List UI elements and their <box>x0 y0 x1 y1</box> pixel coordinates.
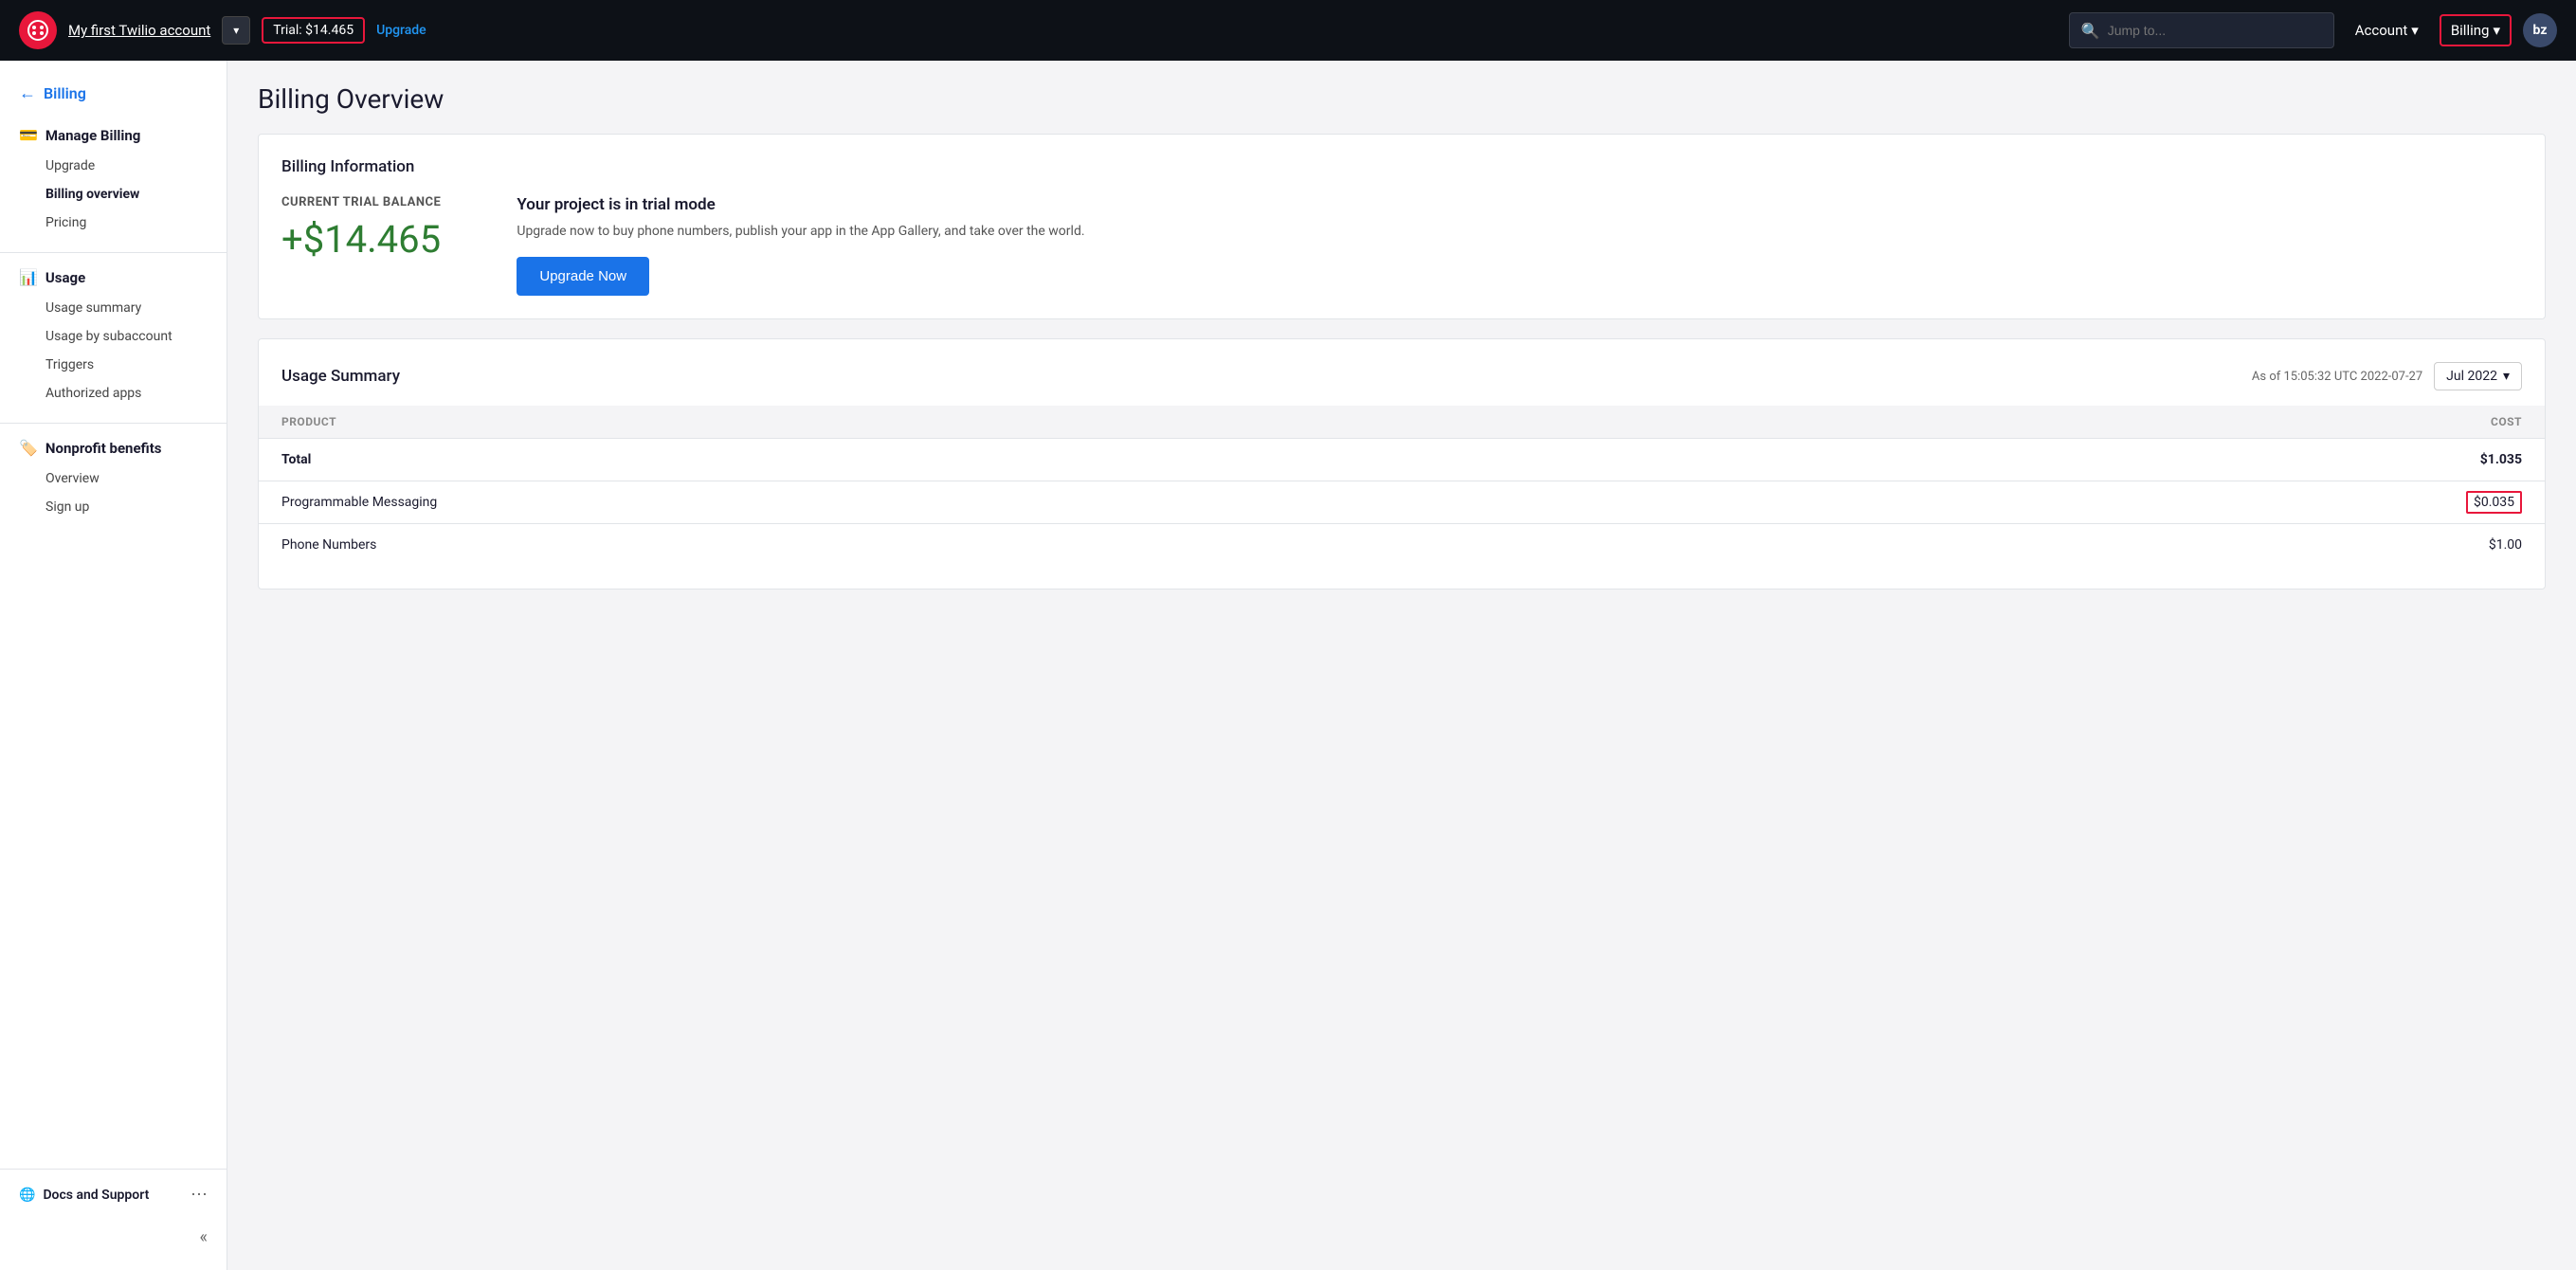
table-row-messaging: Programmable Messaging $0.035 <box>259 481 2545 524</box>
sidebar-section-usage: 📊 Usage Usage summary Usage by subaccoun… <box>0 261 227 408</box>
sidebar-divider-2 <box>0 423 227 424</box>
sidebar: ← Billing 💳 Manage Billing Upgrade Billi… <box>0 61 227 1270</box>
back-arrow-icon: ← <box>19 83 36 103</box>
account-name[interactable]: My first Twilio account <box>68 22 210 39</box>
month-selector[interactable]: Jul 2022 ▾ <box>2434 362 2522 390</box>
page-title: Billing Overview <box>258 83 2546 115</box>
usage-table-body: Total $1.035 Programmable Messaging $0.0… <box>259 439 2545 567</box>
main-content: Billing Overview Billing Information CUR… <box>227 61 2576 1270</box>
account-menu-button[interactable]: Account ▾ <box>2346 16 2428 45</box>
avatar[interactable]: bz <box>2523 13 2557 47</box>
sidebar-section-manage-billing: 💳 Manage Billing Upgrade Billing overvie… <box>0 118 227 237</box>
cost-total: $1.035 <box>1778 439 2545 481</box>
billing-information-card: Billing Information CURRENT TRIAL BALANC… <box>258 134 2546 319</box>
table-row-total: Total $1.035 <box>259 439 2545 481</box>
balance-section: CURRENT TRIAL BALANCE +$14.465 <box>281 195 441 262</box>
top-navigation: My first Twilio account ▾ Trial: $14.465… <box>0 0 2576 61</box>
trial-info-title: Your project is in trial mode <box>517 195 2522 214</box>
billing-chevron-icon: ▾ <box>2493 22 2500 39</box>
product-messaging: Programmable Messaging <box>259 481 1778 524</box>
sidebar-divider-1 <box>0 252 227 253</box>
sidebar-item-upgrade[interactable]: Upgrade <box>0 152 227 180</box>
sidebar-item-authorized-apps[interactable]: Authorized apps <box>0 379 227 408</box>
usage-table-header-row: PRODUCT COST <box>259 406 2545 439</box>
account-chevron-icon: ▾ <box>2411 22 2419 39</box>
cost-messaging: $0.035 <box>1778 481 2545 524</box>
sidebar-usage-header: 📊 Usage <box>0 261 227 294</box>
usage-timestamp: As of 15:05:32 UTC 2022-07-27 <box>2252 370 2422 384</box>
search-box: 🔍 <box>2069 12 2334 48</box>
sidebar-item-billing-overview[interactable]: Billing overview <box>0 180 227 209</box>
usage-table-head: PRODUCT COST <box>259 406 2545 439</box>
billing-info-card-title: Billing Information <box>281 157 2522 176</box>
table-row-phone-numbers: Phone Numbers $1.00 <box>259 524 2545 567</box>
sidebar-item-nonprofit-signup[interactable]: Sign up <box>0 493 227 521</box>
billing-menu-button[interactable]: Billing ▾ <box>2440 14 2512 46</box>
billing-info-grid: CURRENT TRIAL BALANCE +$14.465 Your proj… <box>281 195 2522 296</box>
search-icon: 🔍 <box>2081 22 2100 40</box>
usage-summary-card: Usage Summary As of 15:05:32 UTC 2022-07… <box>258 338 2546 590</box>
sidebar-collapse-button[interactable]: « <box>0 1220 227 1255</box>
search-input[interactable] <box>2108 23 2322 38</box>
twilio-logo <box>19 11 57 49</box>
docs-more-button[interactable]: ⋯ <box>190 1185 208 1205</box>
sidebar-item-usage-summary[interactable]: Usage summary <box>0 294 227 322</box>
usage-meta: As of 15:05:32 UTC 2022-07-27 Jul 2022 ▾ <box>2252 362 2522 390</box>
usage-summary-header: Usage Summary As of 15:05:32 UTC 2022-07… <box>281 362 2522 390</box>
nonprofit-section-icon: 🏷️ <box>19 439 38 457</box>
column-header-product: PRODUCT <box>259 406 1778 439</box>
usage-table: PRODUCT COST Total $1.035 Programmable M… <box>259 406 2545 566</box>
trial-info-desc: Upgrade now to buy phone numbers, publis… <box>517 222 2522 242</box>
usage-summary-title: Usage Summary <box>281 367 400 386</box>
usage-section-icon: 📊 <box>19 268 38 286</box>
billing-section-icon: 💳 <box>19 126 38 144</box>
balance-label: CURRENT TRIAL BALANCE <box>281 195 441 209</box>
upgrade-link[interactable]: Upgrade <box>376 23 426 38</box>
sidebar-docs-support[interactable]: 🌐 Docs and Support <box>19 1188 149 1203</box>
balance-amount: +$14.465 <box>281 217 441 262</box>
sidebar-manage-billing-header: 💳 Manage Billing <box>0 118 227 152</box>
account-dropdown-button[interactable]: ▾ <box>222 16 250 45</box>
cost-phone-numbers: $1.00 <box>1778 524 2545 567</box>
sidebar-item-usage-subaccount[interactable]: Usage by subaccount <box>0 322 227 351</box>
product-phone-numbers: Phone Numbers <box>259 524 1778 567</box>
month-chevron-icon: ▾ <box>2503 369 2510 384</box>
upgrade-now-button[interactable]: Upgrade Now <box>517 257 649 296</box>
sidebar-bottom: 🌐 Docs and Support ⋯ <box>0 1169 227 1220</box>
column-header-cost: COST <box>1778 406 2545 439</box>
docs-icon: 🌐 <box>19 1188 35 1203</box>
trial-info-section: Your project is in trial mode Upgrade no… <box>517 195 2522 296</box>
sidebar-back-billing[interactable]: ← Billing <box>0 76 227 118</box>
sidebar-item-nonprofit-overview[interactable]: Overview <box>0 464 227 493</box>
sidebar-section-nonprofit: 🏷️ Nonprofit benefits Overview Sign up <box>0 431 227 521</box>
cost-highlighted-badge: $0.035 <box>2466 491 2522 514</box>
sidebar-nonprofit-header: 🏷️ Nonprofit benefits <box>0 431 227 464</box>
sidebar-item-pricing[interactable]: Pricing <box>0 209 227 237</box>
sidebar-item-triggers[interactable]: Triggers <box>0 351 227 379</box>
product-total: Total <box>259 439 1778 481</box>
trial-badge: Trial: $14.465 <box>262 17 365 44</box>
